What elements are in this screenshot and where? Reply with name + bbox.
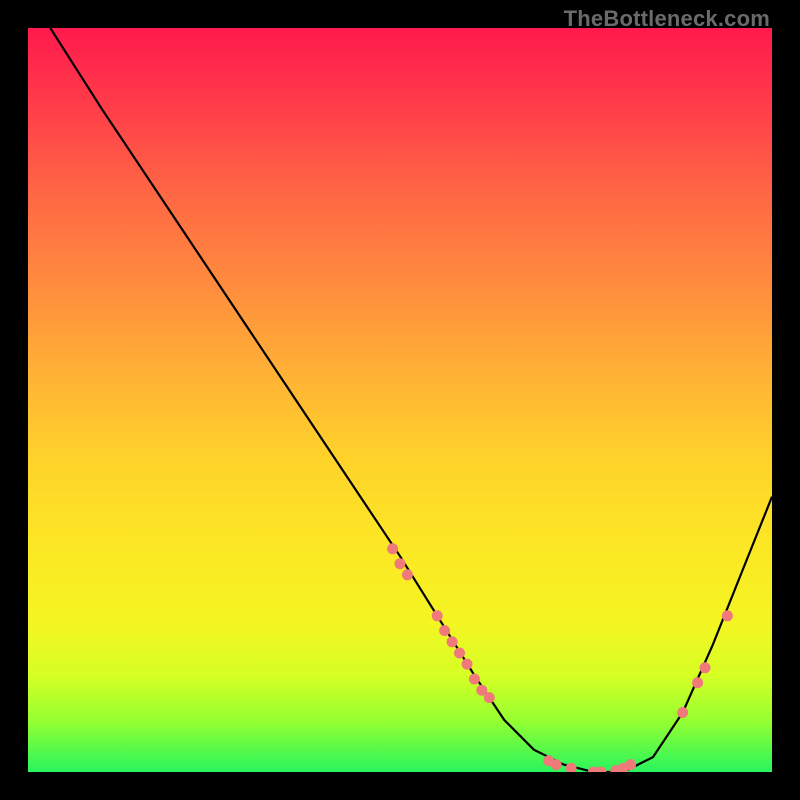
data-point — [462, 659, 473, 670]
chart-svg — [28, 28, 772, 772]
data-point — [677, 707, 688, 718]
data-point — [566, 763, 577, 772]
data-point — [387, 543, 398, 554]
data-point — [447, 636, 458, 647]
data-point — [402, 569, 413, 580]
data-point — [722, 610, 733, 621]
data-point — [484, 692, 495, 703]
data-point — [692, 677, 703, 688]
data-point — [469, 674, 480, 685]
data-point — [551, 759, 562, 770]
data-point — [700, 662, 711, 673]
data-point — [439, 625, 450, 636]
data-point — [432, 610, 443, 621]
bottleneck-curve — [50, 28, 772, 772]
data-point — [595, 767, 606, 773]
data-point-group — [387, 543, 733, 772]
data-point — [454, 648, 465, 659]
data-point — [395, 558, 406, 569]
data-point — [625, 759, 636, 770]
